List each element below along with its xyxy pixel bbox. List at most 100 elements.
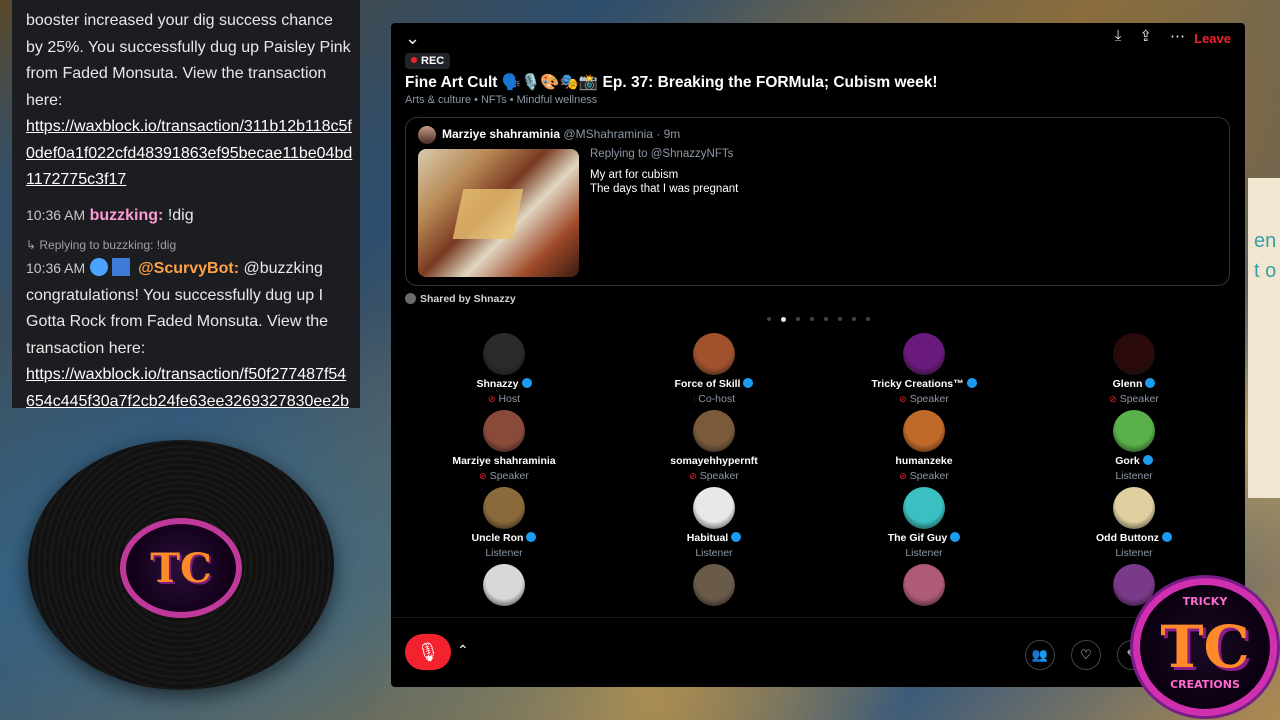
carousel-pager <box>767 316 870 322</box>
participant-name: Marziye shahraminia <box>404 455 604 467</box>
participant-name-text: somayehhypernft <box>670 455 758 467</box>
more-icon[interactable]: ⋯ <box>1170 27 1185 45</box>
avatar <box>903 410 945 452</box>
participant[interactable]: Marziye shahraminia ⊘ Speaker <box>404 410 604 482</box>
participant[interactable]: Glenn ⊘ Speaker <box>1034 333 1234 405</box>
people-button[interactable]: 👥 <box>1025 640 1055 670</box>
participant-role-text: Speaker <box>699 470 739 482</box>
participant[interactable]: Odd Buttonz Listener <box>1034 487 1234 559</box>
participant[interactable]: Tricky Creations™ ⊘ Speaker <box>824 333 1024 405</box>
pager-dot[interactable] <box>810 317 814 321</box>
verified-badge-icon <box>731 532 742 542</box>
post-replying: Replying to @ShnazzyNFTs <box>590 148 734 160</box>
participant-role: ⊘ Speaker <box>824 470 1024 482</box>
participant[interactable]: Habitual Listener <box>614 487 814 559</box>
participant-name-text: Gork <box>1115 455 1140 467</box>
tricky-creations-logo: TRICKY TC CREATIONS <box>1133 578 1277 716</box>
verified-badge-icon <box>1142 455 1153 465</box>
participant-name-text: Glenn <box>1112 378 1143 390</box>
transaction-link[interactable]: https://waxblock.io/transaction/f50f2774… <box>26 366 349 408</box>
participant[interactable]: The Gif Guy Listener <box>824 487 1024 559</box>
participant[interactable]: Force of Skill ⫶ Co-host <box>614 333 814 405</box>
mic-off-icon: ⊘ <box>899 394 907 404</box>
participant-name: Odd Buttonz <box>1034 532 1234 544</box>
post-author: Marziye shahraminia <box>442 127 561 141</box>
participant-role-text: Listener <box>485 547 523 559</box>
space-title: Fine Art Cult 🗣️🎙️🎨🎭📸 Ep. 37: Breaking t… <box>405 74 938 91</box>
pager-dot[interactable] <box>796 317 800 321</box>
avatar <box>483 410 525 452</box>
participant-role: Listener <box>404 547 604 559</box>
participant-name-text: Force of Skill <box>674 378 741 390</box>
people-icon: 👥 <box>1031 647 1049 662</box>
react-button[interactable]: ♡ <box>1071 640 1101 670</box>
participant[interactable] <box>614 564 814 606</box>
share-icon[interactable]: ⇪ <box>1139 27 1152 45</box>
participant-name-text: Tricky Creations™ <box>871 378 964 390</box>
rec-badge: REC <box>405 53 451 69</box>
chevron-up-icon[interactable]: ⌃ <box>457 642 469 659</box>
rec-dot-icon <box>411 57 417 63</box>
logo-top-text: TRICKY <box>1182 595 1228 608</box>
participant-role: ⫶ Co-host <box>614 393 814 405</box>
participant-role-text: Host <box>498 393 521 405</box>
participant-name: Tricky Creations™ <box>824 378 1024 390</box>
pager-dot-active[interactable] <box>781 316 786 322</box>
verified-badge-icon <box>526 532 537 542</box>
space-panel: ⌄ ⤓ ⇪ ⋯ Leave REC Fine Art Cult 🗣️🎙️🎨🎭📸 … <box>391 23 1245 687</box>
participant-role-text: Listener <box>1115 470 1153 482</box>
pager-dot[interactable] <box>767 317 771 321</box>
vinyl-record-graphic: TC <box>28 440 334 690</box>
post-text-line: My art for cubism <box>590 169 679 181</box>
verified-badge-icon <box>1161 532 1172 542</box>
participant[interactable]: humanzeke ⊘ Speaker <box>824 410 1024 482</box>
avatar <box>1113 333 1155 375</box>
leave-button[interactable]: Leave <box>1194 31 1231 46</box>
participant[interactable] <box>404 564 604 606</box>
minimize-icon[interactable]: ⤓ <box>1115 27 1122 45</box>
avatar <box>903 564 945 606</box>
participant-role-text: Speaker <box>1119 393 1159 405</box>
avatar <box>1113 487 1155 529</box>
participant-role: Listener <box>614 547 814 559</box>
participant-name-text: Shnazzy <box>476 378 519 390</box>
avatar <box>1113 410 1155 452</box>
participant[interactable]: Shnazzy ⊘ Host <box>404 333 604 405</box>
mic-off-icon: ⊘ <box>1109 394 1117 404</box>
chat-timestamp: 10:36 AM <box>26 260 86 276</box>
pager-dot[interactable] <box>852 317 856 321</box>
avatar <box>903 487 945 529</box>
pager-dot[interactable] <box>824 317 828 321</box>
avatar <box>1113 564 1155 606</box>
mic-off-icon: 🎙 <box>416 641 440 662</box>
verified-badge-icon <box>521 378 532 388</box>
participant[interactable]: somayehhypernft ⊘ Speaker <box>614 410 814 482</box>
mic-off-icon: ⊘ <box>689 471 697 481</box>
pinned-post[interactable]: Marziye shahraminia @MShahraminia · 9m R… <box>405 117 1230 286</box>
participant-role-text: Listener <box>905 547 943 559</box>
avatar <box>693 487 735 529</box>
participant-role: ⊘ Speaker <box>614 470 814 482</box>
post-image[interactable] <box>418 149 579 277</box>
chevron-down-icon[interactable]: ⌄ <box>405 28 420 49</box>
background-text-fragment: en <box>1254 230 1277 252</box>
space-bottom-bar: 🎙 ⌃ 👥 ♡ ✎ <box>391 617 1245 687</box>
chat-timestamp: 10:36 AM <box>26 206 86 223</box>
space-top-bar: ⌄ ⤓ ⇪ ⋯ Leave <box>391 23 1245 53</box>
mic-muted-button[interactable]: 🎙 <box>405 634 451 670</box>
participant[interactable] <box>824 564 1024 606</box>
vinyl-logo-label: TC <box>120 518 242 618</box>
participant[interactable]: Gork Listener <box>1034 410 1234 482</box>
participant-name: humanzeke <box>824 455 1024 467</box>
avatar <box>483 487 525 529</box>
logo-letters: TC <box>1160 613 1250 681</box>
participant-name: Gork <box>1034 455 1234 467</box>
pager-dot[interactable] <box>838 317 842 321</box>
chat-username[interactable]: @ScurvyBot: <box>138 260 239 277</box>
pager-dot[interactable] <box>866 317 870 321</box>
participant[interactable]: Uncle Ron Listener <box>404 487 604 559</box>
chat-username[interactable]: buzzking: <box>90 207 164 224</box>
transaction-link[interactable]: https://waxblock.io/transaction/311b12b1… <box>26 118 352 188</box>
participant-role: ⊘ Host <box>404 393 604 405</box>
participant-name: Uncle Ron <box>404 532 604 544</box>
